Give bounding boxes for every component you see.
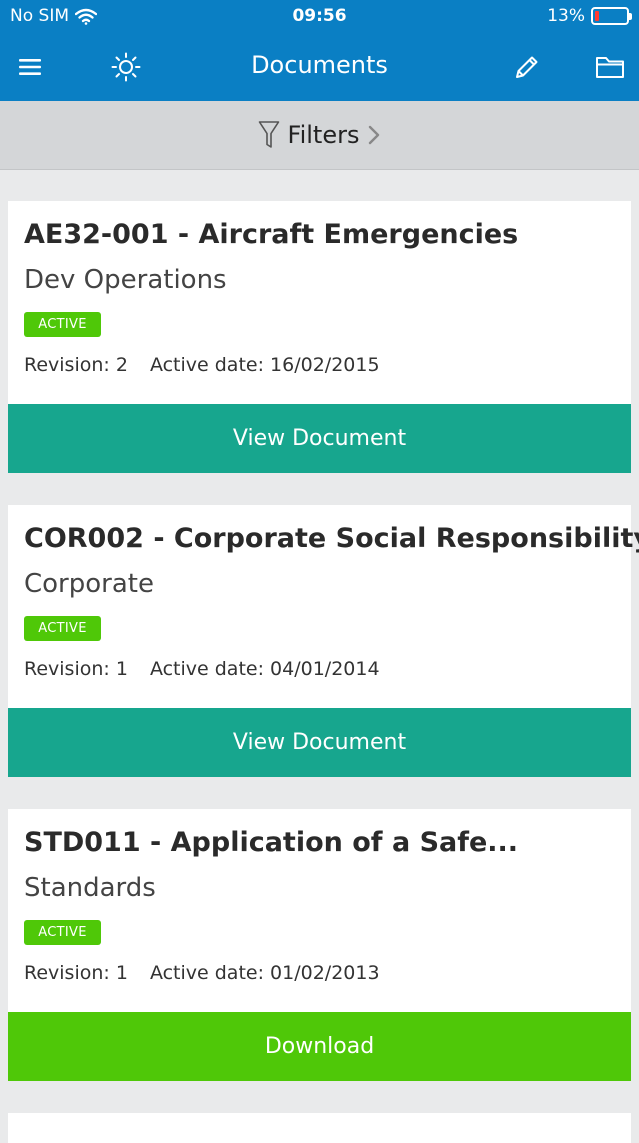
edit-button[interactable] (511, 51, 543, 83)
folder-icon (596, 57, 624, 78)
filters-button[interactable]: Filters (0, 101, 639, 170)
app-header: No SIM 09:56 13% Documents (0, 0, 639, 101)
battery-info: 13% (547, 6, 632, 26)
chevron-right-icon (369, 125, 380, 145)
document-title: AE32-001 - Aircraft Emergencies (24, 219, 519, 250)
document-revision: Revision: 2 (24, 354, 128, 376)
page-title: Documents (251, 51, 388, 79)
document-card: AE32-001 - Aircraft Emergencies Dev Oper… (8, 201, 631, 473)
document-meta: Revision: 1 Active date: 04/01/2014 (24, 658, 380, 680)
document-revision: Revision: 1 (24, 962, 128, 984)
folder-button[interactable] (594, 51, 626, 83)
nav-bar: Documents (0, 33, 639, 101)
status-badge: ACTIVE (24, 616, 101, 641)
download-button[interactable]: Download (8, 1012, 631, 1081)
document-active-date: Active date: 04/01/2014 (149, 658, 380, 680)
filters-label: Filters (287, 121, 360, 149)
view-document-button[interactable]: View Document (8, 404, 631, 473)
document-title: COR002 - Corporate Social Responsibility (24, 523, 639, 554)
battery-icon (591, 7, 632, 25)
document-title: STD011 - Application of a Safe... (24, 827, 519, 858)
document-meta: Revision: 2 Active date: 16/02/2015 (24, 354, 380, 376)
document-revision: Revision: 1 (24, 658, 128, 680)
pencil-icon (516, 56, 538, 78)
document-meta: Revision: 1 Active date: 01/02/2013 (24, 962, 380, 984)
document-category: Standards (24, 873, 156, 903)
status-time: 09:56 (292, 6, 347, 26)
document-category: Corporate (24, 569, 154, 599)
status-bar: No SIM 09:56 13% (0, 0, 639, 33)
document-card: COR002 - Corporate Social Responsibility… (8, 505, 639, 777)
status-badge: ACTIVE (24, 312, 101, 337)
document-card: STD011 - Application of a Safe... Standa… (8, 809, 631, 1081)
status-badge: ACTIVE (24, 920, 101, 945)
battery-percent: 13% (547, 6, 585, 26)
view-document-button[interactable]: View Document (8, 708, 631, 777)
funnel-icon (258, 121, 279, 148)
document-active-date: Active date: 16/02/2015 (149, 354, 380, 376)
document-category: Dev Operations (24, 265, 227, 295)
document-card-partial (8, 1113, 631, 1143)
document-active-date: Active date: 01/02/2013 (149, 962, 380, 984)
